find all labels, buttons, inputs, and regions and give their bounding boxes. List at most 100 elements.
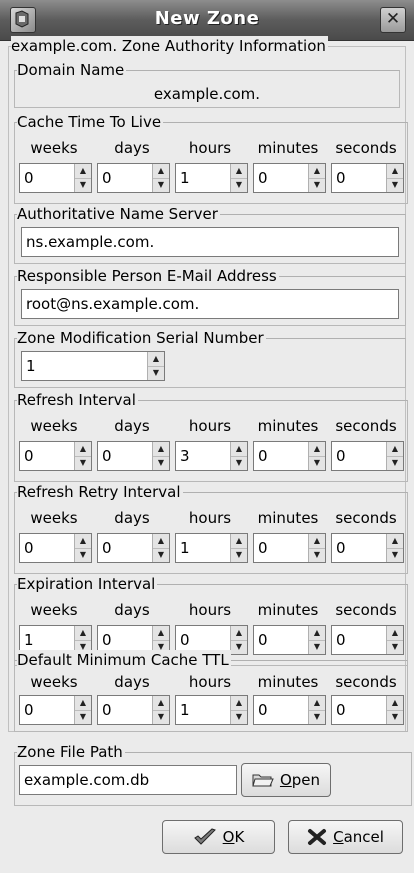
cache-ttl-days-spinner[interactable]: 0 ▲ ▼ (97, 163, 170, 193)
retry-hours-spinner[interactable]: 1 ▲ ▼ (175, 533, 248, 563)
spinner-value: 0 (24, 169, 34, 187)
arrow-up-icon[interactable]: ▲ (75, 696, 91, 711)
min-ttl-frame: Default Minimum Cache TTL weeks days hou… (14, 650, 408, 732)
arrow-up-icon[interactable]: ▲ (231, 442, 247, 457)
arrow-up-icon[interactable]: ▲ (75, 534, 91, 549)
arrow-up-icon[interactable]: ▲ (153, 626, 169, 641)
arrow-up-icon[interactable]: ▲ (309, 534, 325, 549)
email-input[interactable]: root@ns.example.com. (21, 289, 399, 319)
min-ttl-days-spinner[interactable]: 0 ▲ ▼ (97, 695, 170, 725)
cache-ttl-seconds-spinner[interactable]: 0 ▲ ▼ (331, 163, 404, 193)
arrow-up-icon[interactable]: ▲ (231, 534, 247, 549)
arrow-down-icon[interactable]: ▼ (231, 456, 247, 470)
arrow-up-icon[interactable]: ▲ (309, 164, 325, 179)
cache-ttl-hours-spinner[interactable]: 1 ▲ ▼ (175, 163, 248, 193)
arrow-up-icon[interactable]: ▲ (75, 626, 91, 641)
unit-seconds: seconds (335, 509, 397, 527)
arrow-down-icon[interactable]: ▼ (309, 456, 325, 470)
file-path-input[interactable]: example.com.db (19, 765, 237, 795)
refresh-minutes-spinner[interactable]: 0 ▲ ▼ (253, 441, 326, 471)
ok-button[interactable]: OK (162, 820, 275, 854)
domain-name-frame: Domain Name example.com. (14, 60, 400, 108)
arrow-down-icon[interactable]: ▼ (75, 178, 91, 192)
refresh-seconds-spinner[interactable]: 0 ▲ ▼ (331, 441, 404, 471)
arrow-up-icon[interactable]: ▲ (309, 696, 325, 711)
open-button[interactable]: Open (241, 763, 331, 797)
refresh-legend: Refresh Interval (17, 390, 138, 410)
arrow-up-icon[interactable]: ▲ (153, 534, 169, 549)
arrow-up-icon[interactable]: ▲ (75, 164, 91, 179)
arrow-up-icon[interactable]: ▲ (309, 626, 325, 641)
arrow-up-icon[interactable]: ▲ (387, 696, 403, 711)
arrow-up-icon[interactable]: ▲ (75, 442, 91, 457)
retry-seconds-spinner[interactable]: 0 ▲ ▼ (331, 533, 404, 563)
expiration-minutes-spinner[interactable]: 0 ▲ ▼ (253, 625, 326, 655)
min-ttl-seconds-spinner[interactable]: 0 ▲ ▼ (331, 695, 404, 725)
arrow-down-icon[interactable]: ▼ (309, 178, 325, 192)
arrow-down-icon[interactable]: ▼ (231, 178, 247, 192)
arrow-up-icon[interactable]: ▲ (153, 164, 169, 179)
cache-ttl-weeks-spinner[interactable]: 0 ▲ ▼ (19, 163, 92, 193)
zone-dialog-body: example.com. Zone Authority Information … (8, 36, 408, 734)
arrow-down-icon[interactable]: ▼ (75, 548, 91, 562)
arrow-up-icon[interactable]: ▲ (309, 442, 325, 457)
arrow-up-icon[interactable]: ▲ (387, 442, 403, 457)
unit-days: days (114, 673, 150, 691)
arrow-down-icon[interactable]: ▼ (387, 456, 403, 470)
cache-ttl-minutes-spinner[interactable]: 0 ▲ ▼ (253, 163, 326, 193)
arrow-down-icon[interactable]: ▼ (153, 548, 169, 562)
arrow-down-icon[interactable]: ▼ (309, 640, 325, 654)
unit-hours: hours (188, 673, 232, 691)
arrow-down-icon[interactable]: ▼ (309, 710, 325, 724)
serial-spinner[interactable]: 1 ▲ ▼ (21, 351, 165, 381)
expiration-unit-headers: weeks days hours minutes seconds (15, 601, 407, 621)
arrow-up-icon[interactable]: ▲ (153, 442, 169, 457)
arrow-down-icon[interactable]: ▼ (387, 548, 403, 562)
name-server-input[interactable]: ns.example.com. (21, 227, 399, 257)
min-ttl-weeks-spinner[interactable]: 0 ▲ ▼ (19, 695, 92, 725)
arrow-up-icon[interactable]: ▲ (387, 534, 403, 549)
unit-weeks: weeks (30, 673, 78, 691)
arrow-down-icon[interactable]: ▼ (153, 710, 169, 724)
cancel-button[interactable]: Cancel (288, 820, 403, 854)
arrow-down-icon[interactable]: ▼ (75, 710, 91, 724)
arrow-down-icon[interactable]: ▼ (153, 456, 169, 470)
spinner-value: 0 (180, 631, 190, 649)
close-button[interactable]: ✕ (380, 7, 406, 33)
unit-minutes: minutes (257, 601, 319, 619)
arrow-up-icon[interactable]: ▲ (387, 164, 403, 179)
arrow-up-icon[interactable]: ▲ (148, 352, 164, 367)
refresh-hours-spinner[interactable]: 3 ▲ ▼ (175, 441, 248, 471)
arrow-down-icon[interactable]: ▼ (148, 366, 164, 380)
arrow-down-icon[interactable]: ▼ (231, 640, 247, 654)
arrow-up-icon[interactable]: ▲ (231, 164, 247, 179)
arrow-down-icon[interactable]: ▼ (153, 178, 169, 192)
arrow-up-icon[interactable]: ▲ (231, 626, 247, 641)
min-ttl-minutes-spinner[interactable]: 0 ▲ ▼ (253, 695, 326, 725)
retry-weeks-spinner[interactable]: 0 ▲ ▼ (19, 533, 92, 563)
title-bar[interactable]: New Zone ✕ (0, 0, 414, 41)
window-title: New Zone (154, 8, 260, 29)
refresh-unit-headers: weeks days hours minutes seconds (15, 417, 407, 437)
arrow-up-icon[interactable]: ▲ (231, 696, 247, 711)
arrow-down-icon[interactable]: ▼ (387, 710, 403, 724)
refresh-days-spinner[interactable]: 0 ▲ ▼ (97, 441, 170, 471)
arrow-down-icon[interactable]: ▼ (309, 548, 325, 562)
arrow-up-icon[interactable]: ▲ (153, 696, 169, 711)
arrow-down-icon[interactable]: ▼ (231, 710, 247, 724)
retry-days-spinner[interactable]: 0 ▲ ▼ (97, 533, 170, 563)
serial-frame: Zone Modification Serial Number 1 ▲ ▼ (14, 328, 406, 388)
expiration-seconds-spinner[interactable]: 0 ▲ ▼ (331, 625, 404, 655)
min-ttl-hours-spinner[interactable]: 1 ▲ ▼ (175, 695, 248, 725)
retry-frame: Refresh Retry Interval weeks days hours … (14, 482, 408, 574)
arrow-down-icon[interactable]: ▼ (231, 548, 247, 562)
spinner-value: 0 (336, 447, 346, 465)
arrow-down-icon[interactable]: ▼ (387, 640, 403, 654)
arrow-down-icon[interactable]: ▼ (387, 178, 403, 192)
unit-days: days (114, 509, 150, 527)
arrow-up-icon[interactable]: ▲ (387, 626, 403, 641)
cache-ttl-frame: Cache Time To Live weeks days hours minu… (14, 112, 408, 204)
arrow-down-icon[interactable]: ▼ (75, 456, 91, 470)
refresh-weeks-spinner[interactable]: 0 ▲ ▼ (19, 441, 92, 471)
retry-minutes-spinner[interactable]: 0 ▲ ▼ (253, 533, 326, 563)
